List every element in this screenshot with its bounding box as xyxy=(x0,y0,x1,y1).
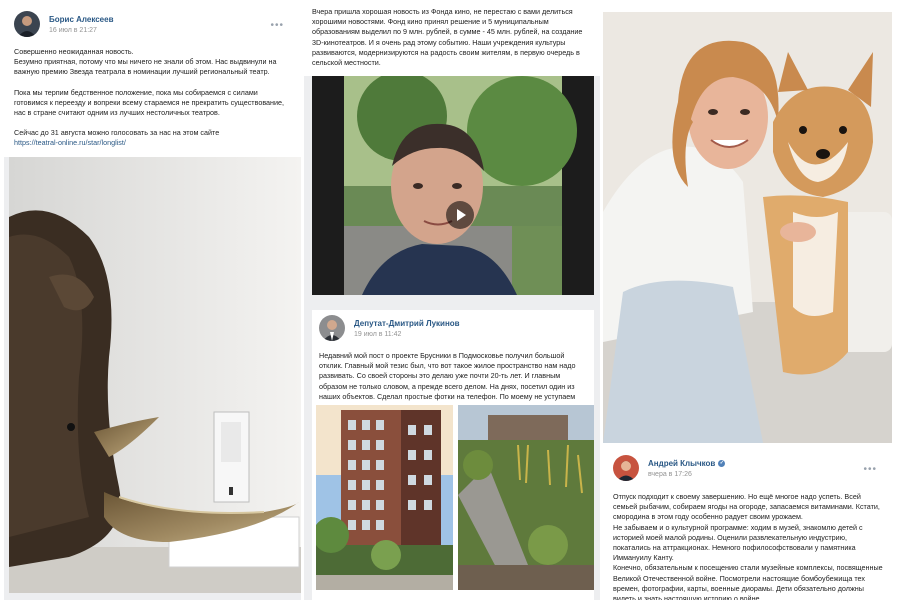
feed-column-2: Вчера пришла хорошая новость из Фонда ки… xyxy=(304,0,600,600)
video-player[interactable] xyxy=(312,76,594,295)
post-card-aleksseev: Борис Алексеев 16 июл в 21:27 ••• Соверш… xyxy=(4,0,301,157)
post-header: Депутат-Дмитрий Лукинов 19 июл в 11:42 xyxy=(319,310,588,346)
post-paragraph: Конечно, обязательным к посещению стали … xyxy=(613,563,883,600)
post-photo-building[interactable] xyxy=(316,405,453,590)
more-icon[interactable]: ••• xyxy=(270,20,284,31)
post-text: Вчера пришла хорошая новость из Фонда ки… xyxy=(312,7,583,68)
post-header: Борис Алексеев 16 июл в 21:27 ••• xyxy=(14,6,293,42)
author-name-text[interactable]: Андрей Клычков xyxy=(648,459,715,468)
post-photo-woman-dog[interactable] xyxy=(603,12,892,443)
author-name[interactable]: Борис Алексеев xyxy=(49,15,113,24)
author-name[interactable]: Андрей Клычков ✓ xyxy=(648,459,726,468)
post-link[interactable]: https://teatral-online.ru/star/longlist/ xyxy=(14,138,293,148)
post-card-fondkino: Вчера пришла хорошая новость из Фонда ки… xyxy=(304,0,600,76)
play-icon[interactable] xyxy=(446,201,474,229)
post-photo-museum[interactable] xyxy=(9,157,301,593)
post-paragraph: Не забываем и о культурной программе: хо… xyxy=(613,522,863,563)
post-time[interactable]: вчера в 17:26 xyxy=(648,471,725,478)
verified-icon: ✓ xyxy=(718,459,726,467)
author-name[interactable]: Депутат-Дмитрий Лукинов xyxy=(354,319,460,328)
avatar[interactable] xyxy=(319,315,345,341)
post-paragraph: Безумно приятная, потому что мы ничего н… xyxy=(14,57,277,77)
feed-column-3: Андрей Клычков ✓ вчера в 17:26 ••• Отпуск… xyxy=(603,0,896,600)
post-text: Отпуск подходит к своему завершению. Но … xyxy=(613,492,886,600)
post-time[interactable]: 16 июл в 21:27 xyxy=(49,27,113,34)
feed-column-1: Борис Алексеев 16 июл в 21:27 ••• Соверш… xyxy=(4,0,301,600)
post-text: Недавний мой пост о проекте Брусники в П… xyxy=(319,351,576,411)
post-text: Совершенно неожиданная новость. Безумно … xyxy=(14,47,293,149)
avatar[interactable] xyxy=(14,11,40,37)
post-header: Андрей Клычков ✓ вчера в 17:26 ••• xyxy=(613,450,886,486)
post-card-klychkov: Андрей Клычков ✓ вчера в 17:26 ••• Отпуск… xyxy=(603,450,892,600)
more-icon[interactable]: ••• xyxy=(863,464,877,475)
avatar[interactable] xyxy=(613,455,639,481)
post-photo-garden[interactable] xyxy=(458,405,594,590)
post-paragraph: Пока мы терпим бедственное положение, по… xyxy=(14,87,285,118)
post-time[interactable]: 19 июл в 11:42 xyxy=(354,331,460,338)
post-paragraph: Сейчас до 31 августа можно голосовать за… xyxy=(14,128,220,138)
post-paragraph: Совершенно неожиданная новость. xyxy=(14,47,134,56)
post-paragraph: Отпуск подходит к своему завершению. Но … xyxy=(613,492,880,522)
